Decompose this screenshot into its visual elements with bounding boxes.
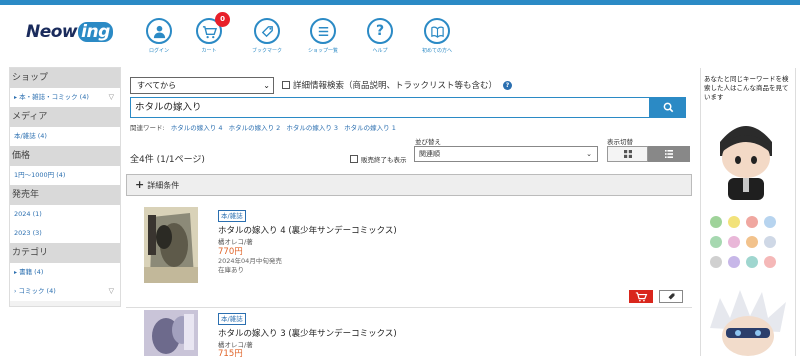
- list-icon: [310, 18, 336, 44]
- triangle-right-icon: ▸: [14, 94, 18, 101]
- nav-cart-label: カート: [201, 48, 217, 54]
- search-scope-value: すべてから: [137, 81, 177, 90]
- product-price: 715円: [218, 349, 243, 359]
- nav-shop-list-label: ショップ一覧: [307, 48, 338, 54]
- sidebar-item-year-2024[interactable]: 2024 (1): [10, 205, 120, 224]
- result-count: 全4件 (1/1ページ): [130, 155, 205, 165]
- add-to-cart-button[interactable]: [629, 290, 653, 303]
- bookmark-button[interactable]: [659, 290, 683, 303]
- related-word-link[interactable]: ホタルの嫁入り 3: [286, 124, 338, 132]
- recommended-figure-set-image[interactable]: [706, 212, 790, 274]
- product-cover-image[interactable]: [144, 310, 198, 356]
- nav-shop-list[interactable]: ショップ一覧: [303, 18, 343, 54]
- top-accent-bar: [0, 0, 800, 5]
- chevron-down-icon: ⌄: [263, 81, 270, 90]
- sort-label: 並び替え: [415, 138, 441, 146]
- cart-icon: [635, 291, 647, 301]
- list-view-icon: [665, 150, 673, 158]
- search-button[interactable]: [650, 97, 686, 118]
- cart-count-badge: 0: [215, 12, 230, 27]
- sidebar-item-comic[interactable]: › コミック (4) ▽: [10, 282, 120, 301]
- product-stock-status: 在庫あり: [218, 266, 244, 274]
- recommended-figure-image[interactable]: [706, 112, 786, 202]
- media-type-tag: 本/雑誌: [218, 210, 246, 222]
- related-words-label: 関連ワード:: [130, 124, 165, 132]
- related-word-link[interactable]: ホタルの嫁入り 2: [229, 124, 281, 132]
- sidebar-heading-shop: ショップ: [10, 68, 120, 88]
- grid-icon: [623, 150, 632, 158]
- product-title-link[interactable]: ホタルの嫁入り 3 (裏少年サンデーコミックス): [218, 327, 397, 339]
- show-soldout-checkbox[interactable]: [350, 155, 358, 163]
- sidebar-item-books[interactable]: ▸ 書籍 (4): [10, 263, 120, 282]
- chevron-down-icon[interactable]: ▽: [109, 282, 114, 301]
- recommended-figure-image[interactable]: [706, 288, 790, 356]
- sidebar-item-media[interactable]: 本/雑誌 (4): [10, 127, 120, 146]
- nav-first-time[interactable]: 初めての方へ: [417, 18, 457, 54]
- chevron-down-icon: ⌄: [586, 150, 592, 158]
- chevron-right-icon: ›: [14, 288, 17, 295]
- sidebar-item-shop[interactable]: ▸ 本・雑誌・コミック (4) ▽: [10, 88, 120, 107]
- sidebar-item-label: 書籍 (4): [19, 268, 44, 276]
- recommendation-heading: あなたと同じキーワードを検索した人はこんな商品を見ています: [704, 75, 789, 101]
- site-logo[interactable]: Neow ing: [26, 22, 113, 42]
- sidebar-item-price[interactable]: 1円〜1000円 (4): [10, 166, 120, 185]
- nav-login[interactable]: ログイン: [139, 18, 179, 54]
- product-divider: [126, 307, 692, 308]
- search-icon: [663, 102, 673, 113]
- nav-bookmark[interactable]: ブックマーク: [247, 18, 287, 54]
- sidebar-heading-category: カテゴリ: [10, 243, 120, 263]
- nav-help-label: ヘルプ: [372, 48, 388, 54]
- nav-cart[interactable]: 0 カート: [189, 12, 230, 54]
- nav-help[interactable]: ? ヘルプ: [360, 18, 400, 54]
- related-word-link[interactable]: ホタルの嫁入り 1: [344, 124, 396, 132]
- list-view-button[interactable]: [648, 146, 690, 162]
- related-word-link[interactable]: ホタルの嫁入り 4: [171, 124, 223, 132]
- sidebar-item-label: コミック (4): [18, 287, 56, 295]
- sidebar-filters: ショップ ▸ 本・雑誌・コミック (4) ▽ メディア 本/雑誌 (4) 価格 …: [9, 67, 121, 307]
- triangle-right-icon: ▸: [14, 269, 18, 276]
- related-words: 関連ワード: ホタルの嫁入り 4 ホタルの嫁入り 2 ホタルの嫁入り 3 ホタル…: [130, 122, 396, 132]
- detail-search-checkbox[interactable]: [282, 81, 290, 89]
- sidebar-item-year-2023[interactable]: 2023 (3): [10, 224, 120, 243]
- sort-value: 関連順: [419, 150, 440, 158]
- nav-login-label: ログイン: [148, 48, 169, 54]
- sidebar-heading-year: 発売年: [10, 185, 120, 205]
- sort-select[interactable]: 関連順 ⌄: [414, 146, 598, 162]
- detail-conditions-toggle[interactable]: + 詳細条件: [126, 174, 692, 196]
- help-icon[interactable]: ?: [503, 80, 513, 90]
- show-soldout-label: 販売終了も表示: [361, 156, 407, 164]
- plus-icon: +: [135, 178, 145, 191]
- product-title-link[interactable]: ホタルの嫁入り 4 (裏少年サンデーコミックス): [218, 224, 397, 236]
- sidebar-heading-media: メディア: [10, 107, 120, 127]
- user-icon: [146, 18, 172, 44]
- view-toggle-label: 表示切替: [607, 138, 633, 146]
- sidebar-heading-price: 価格: [10, 146, 120, 166]
- bookmark-icon: [254, 18, 280, 44]
- product-cover-image[interactable]: [144, 207, 198, 283]
- nav-first-time-label: 初めての方へ: [421, 48, 452, 54]
- detail-search-label: 詳細情報検索（商品説明、トラックリスト等も含む）: [293, 81, 498, 91]
- grid-view-button[interactable]: [607, 146, 648, 162]
- search-input[interactable]: ホタルの嫁入り: [130, 97, 650, 118]
- search-scope-select[interactable]: すべてから ⌄: [130, 77, 274, 94]
- show-soldout-option[interactable]: 販売終了も表示: [350, 154, 407, 164]
- book-icon: [424, 18, 450, 44]
- bookmark-tag-icon: [668, 293, 674, 300]
- sidebar-item-label: 本・雑誌・コミック (4): [19, 93, 89, 101]
- nav-bookmark-label: ブックマーク: [251, 48, 282, 54]
- detail-conditions-label: 詳細条件: [147, 181, 180, 190]
- chevron-down-icon[interactable]: ▽: [109, 88, 114, 107]
- detail-search-option[interactable]: 詳細情報検索（商品説明、トラックリスト等も含む） ?: [282, 79, 513, 91]
- media-type-tag: 本/雑誌: [218, 313, 246, 325]
- help-icon: ?: [367, 18, 393, 44]
